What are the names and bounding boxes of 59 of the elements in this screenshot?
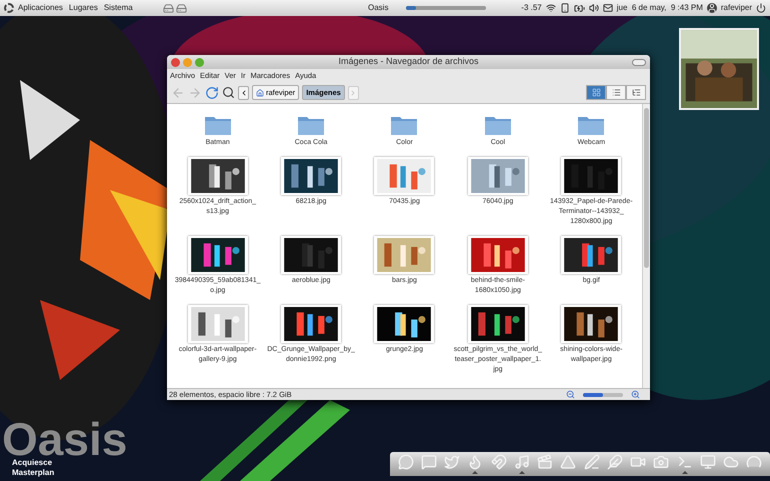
speaker-icon[interactable]: [588, 3, 599, 13]
search-icon[interactable]: [222, 86, 235, 99]
user-icon[interactable]: [706, 3, 717, 13]
volume-slider[interactable]: [406, 6, 486, 10]
folder-icon[interactable]: [297, 114, 326, 136]
user-name[interactable]: rafeviper: [720, 2, 752, 14]
chat-bubble-icon[interactable]: [398, 454, 414, 470]
zoom-slider[interactable]: [583, 392, 623, 396]
folder-icon[interactable]: [204, 114, 232, 136]
battery-icon[interactable]: [574, 2, 585, 14]
bird-icon[interactable]: [444, 454, 460, 470]
power-icon[interactable]: [756, 3, 766, 13]
path-back-button[interactable]: [238, 86, 249, 100]
panel-menu[interactable]: Sistema: [104, 2, 133, 14]
forward-icon[interactable]: [188, 86, 202, 100]
pen-icon[interactable]: [584, 454, 600, 470]
panel-menu[interactable]: Lugares: [68, 2, 98, 14]
music-player-icon[interactable]: [514, 454, 530, 470]
window-title: Imágenes - Navegador de archivos: [337, 55, 480, 68]
panel-clock[interactable]: jue 6 de may, 9 :43 PM: [616, 2, 703, 14]
flame-icon[interactable]: [467, 454, 484, 470]
mail-icon[interactable]: [602, 3, 613, 13]
collapse-button[interactable]: [632, 58, 646, 66]
minimize-button[interactable]: [183, 58, 192, 66]
folder-icon[interactable]: [577, 114, 606, 136]
widget-title: Acquiesce Masterplan: [12, 458, 56, 478]
zoom-in-icon[interactable]: [631, 390, 640, 399]
drive-icon[interactable]: [162, 2, 174, 14]
ubuntu-logo-icon[interactable]: [4, 3, 14, 13]
home-icon: [256, 88, 264, 96]
clapperboard-icon[interactable]: [537, 454, 554, 470]
feather-icon[interactable]: [606, 454, 623, 470]
wifi-icon[interactable]: [546, 3, 556, 13]
path-forward-button[interactable]: [348, 86, 359, 100]
view-button[interactable]: [626, 85, 646, 100]
tree-list-icon: [632, 88, 640, 97]
view-button[interactable]: [606, 85, 626, 100]
list-icon: [612, 88, 620, 97]
panel-title: Oasis: [368, 2, 388, 14]
zoom-out-icon[interactable]: [566, 390, 575, 399]
terminal-icon[interactable]: [676, 454, 693, 470]
back-icon[interactable]: [171, 86, 185, 100]
panel-menu[interactable]: Aplicaciones: [18, 2, 63, 14]
grid-icon: [592, 88, 600, 97]
cloud-icon[interactable]: [723, 454, 740, 470]
message-icon[interactable]: [420, 454, 437, 470]
desktop-logo: Oasis: [2, 420, 128, 458]
drive-icon[interactable]: [176, 2, 187, 14]
close-button[interactable]: [171, 58, 180, 66]
monitor-icon[interactable]: [700, 454, 716, 470]
panel-reading: -3 .57: [521, 2, 542, 14]
camera-icon[interactable]: [653, 454, 670, 470]
folder-icon[interactable]: [390, 114, 418, 136]
scrollbar[interactable]: [642, 104, 650, 388]
folder-icon[interactable]: [484, 114, 512, 136]
cone-icon[interactable]: [560, 454, 576, 470]
phone-icon[interactable]: [560, 3, 570, 13]
magnet-icon[interactable]: [490, 454, 507, 470]
maximize-button[interactable]: [195, 58, 204, 66]
